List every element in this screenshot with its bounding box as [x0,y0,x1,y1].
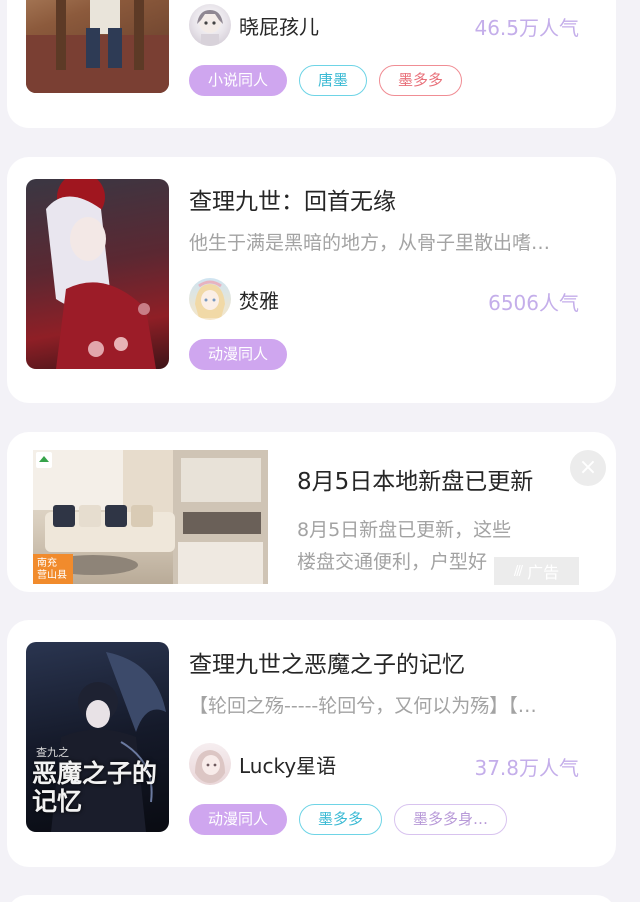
popularity-count: 46.5万人气 [474,16,579,40]
tag-list: 小说同人 唐墨 墨多多 [189,65,463,96]
ad-card[interactable]: 南充 营山县 8月5日本地新盘已更新 8月5日新盘已更新，这些 楼盘交通便利，户… [7,432,616,592]
tag[interactable]: 墨多多 [379,65,463,96]
author-avatar[interactable] [189,4,231,46]
book-description: 【轮回之殇-----轮回兮，又何以为殇】【… [189,695,537,717]
tag[interactable]: 小说同人 [189,65,288,96]
author-row[interactable]: 晓屁孩儿 [189,3,319,47]
book-card[interactable]: 查九之 恶魔之子的记忆 查理九世之恶魔之子的记忆 【轮回之殇-----轮回兮，又… [7,620,616,867]
cover-subtitle: 查九之 [36,746,69,759]
book-card[interactable]: 晓屁孩儿 46.5万人气 小说同人 唐墨 墨多多 [7,0,616,128]
popularity-count: 6506人气 [488,291,579,315]
tag[interactable]: 墨多多 [299,804,383,835]
author-avatar[interactable] [189,278,231,320]
tag-list: 动漫同人 墨多多 墨多多身… [189,804,508,835]
book-card[interactable] [7,895,616,902]
ad-logo-icon: /// [513,563,523,579]
ad-badge-label: 广告 [527,563,560,582]
close-icon[interactable]: × [570,450,606,486]
author-name: 晓屁孩儿 [239,14,319,39]
author-name: 焚雅 [239,288,279,313]
ad-title[interactable]: 8月5日本地新盘已更新 [297,462,533,496]
book-cover[interactable] [26,179,169,369]
tag[interactable]: 唐墨 [299,65,368,96]
ad-location-city: 南充 [37,558,57,569]
book-cover[interactable]: 查九之 恶魔之子的记忆 [26,642,169,832]
tag[interactable]: 动漫同人 [189,339,288,370]
book-title[interactable]: 查理九世之恶魔之子的记忆 [189,645,465,679]
author-row[interactable]: Lucky星语 [189,742,336,786]
author-name: Lucky星语 [239,753,337,778]
book-card[interactable]: 查理九世：回首无缘 他生于满是黑暗的地方，从骨子里散出嗜… 焚雅 6506人气 … [7,157,616,403]
tag-list: 动漫同人 [189,339,288,370]
ad-description-line: 8月5日新盘已更新，这些 [297,519,512,541]
ad-badge: /// 广告 [494,557,579,585]
popularity-count: 37.8万人气 [474,756,579,780]
cover-title: 恶魔之子的记忆 [32,759,158,816]
book-cover[interactable] [26,0,169,93]
ad-location: 南充 营山县 [37,558,67,582]
author-row[interactable]: 焚雅 [189,277,279,321]
tag[interactable]: 墨多多身… [394,804,508,835]
book-description: 他生于满是黑暗的地方，从骨子里散出嗜… [189,232,551,254]
author-avatar[interactable] [189,743,231,785]
tag[interactable]: 动漫同人 [189,804,288,835]
ad-location-county: 营山县 [37,570,67,581]
ad-image[interactable]: 南充 营山县 [33,450,268,584]
book-title[interactable]: 查理九世：回首无缘 [189,182,396,216]
